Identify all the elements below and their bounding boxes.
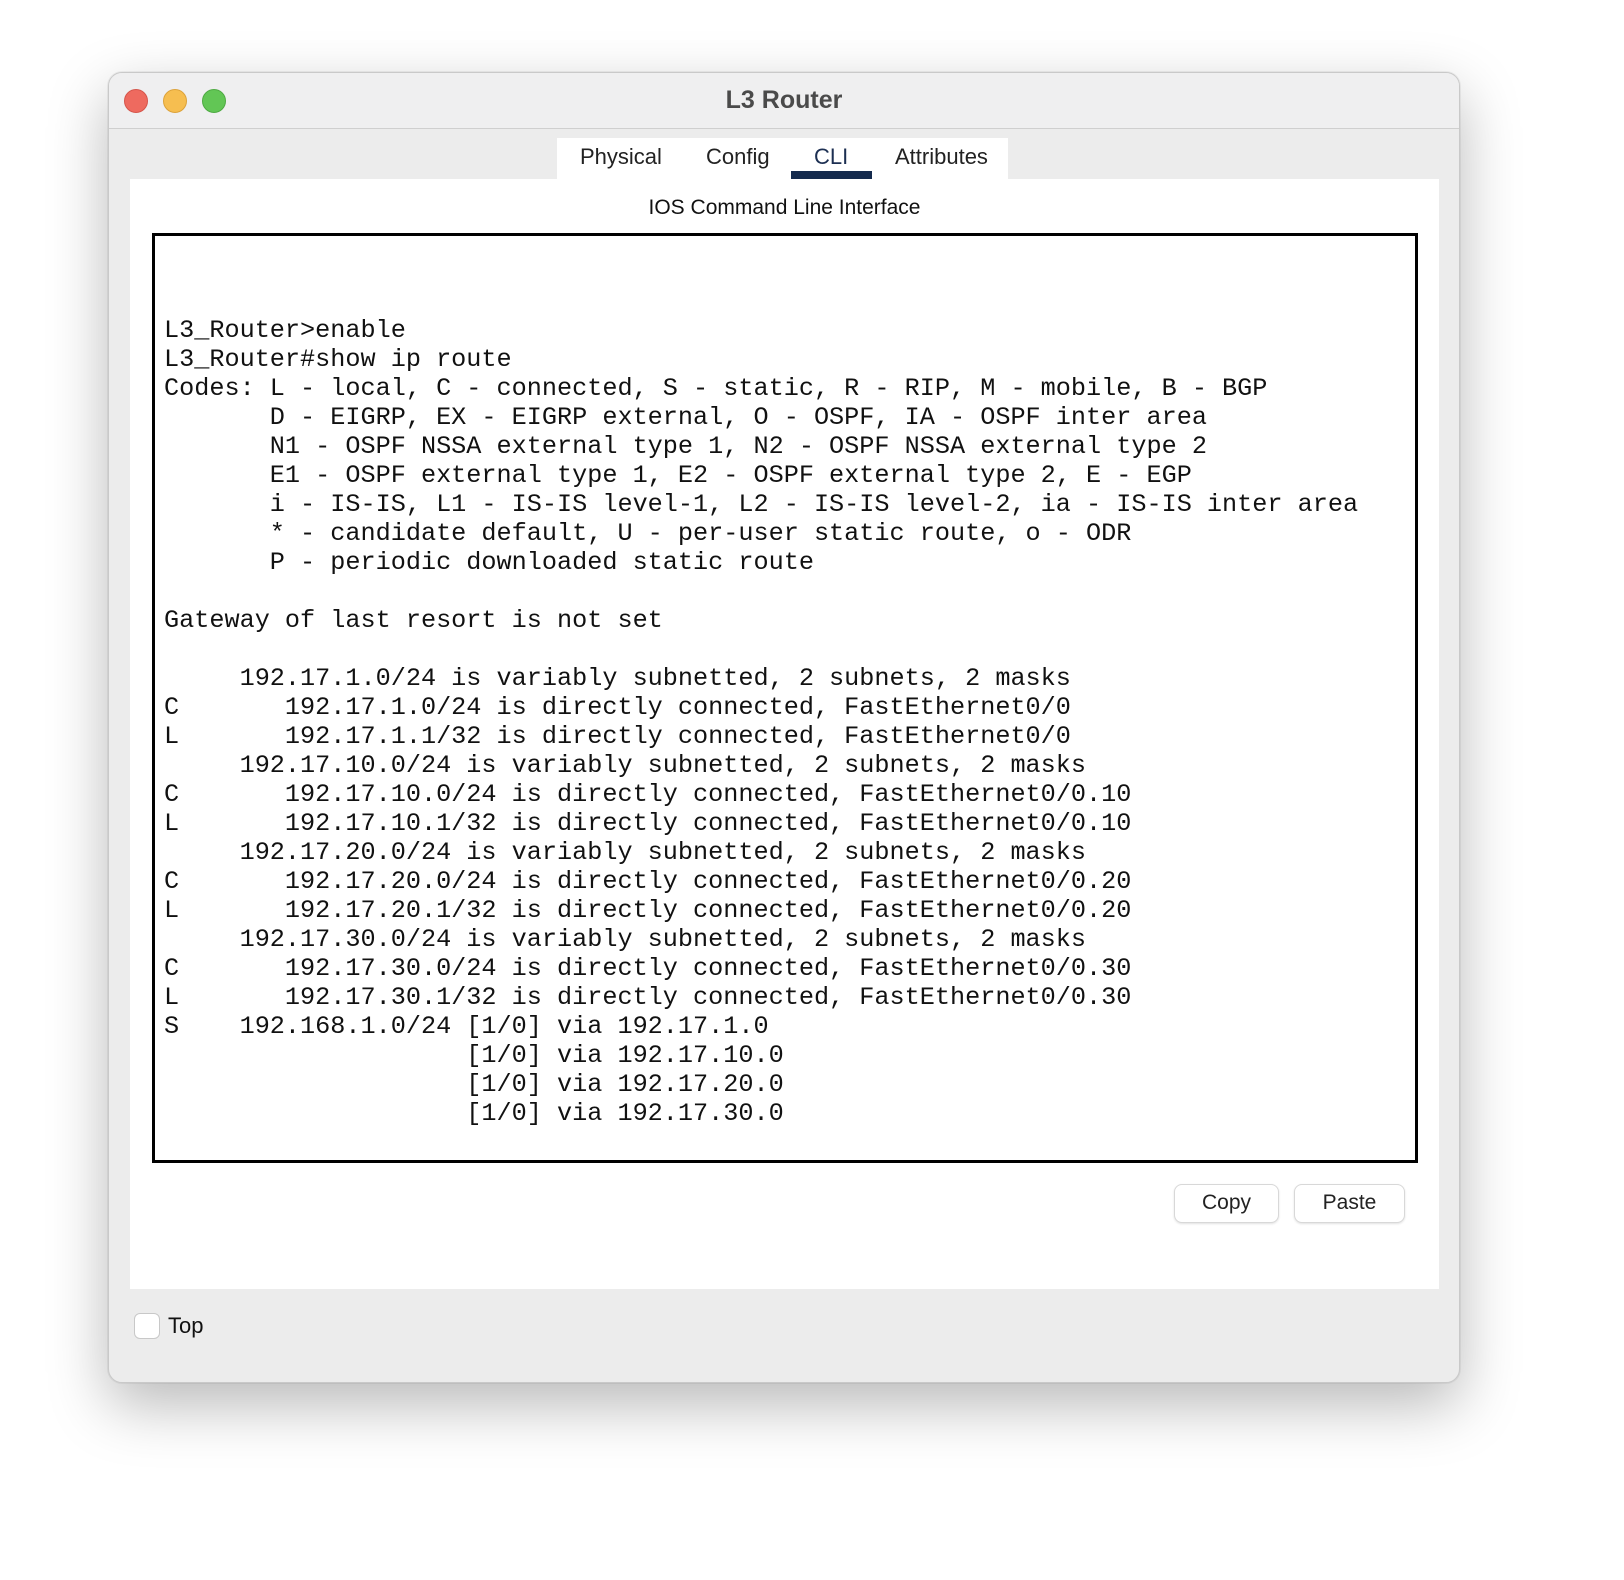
router-window: L3 Router Physical Config CLI Attributes… [108,72,1460,1383]
tab-cli[interactable]: CLI [814,144,848,170]
top-checkbox-label: Top [168,1313,204,1338]
copy-button[interactable]: Copy [1174,1184,1279,1223]
tab-physical[interactable]: Physical [580,144,662,170]
active-tab-indicator [791,171,872,179]
paste-button[interactable]: Paste [1294,1184,1405,1223]
window-title: L3 Router [725,86,843,114]
top-checkbox[interactable] [134,1313,160,1339]
tab-attributes[interactable]: Attributes [895,144,988,170]
title-bar[interactable]: L3 Router [109,73,1459,129]
cli-terminal[interactable]: L3_Router>enable L3_Router#show ip route… [152,233,1418,1163]
panel-heading: IOS Command Line Interface [648,196,921,219]
tab-config[interactable]: Config [706,144,770,170]
terminal-output[interactable]: L3_Router>enable L3_Router#show ip route… [164,287,1358,1160]
cli-panel: IOS Command Line Interface L3_Router>ena… [130,179,1439,1289]
tab-bar: Physical Config CLI Attributes [557,138,1008,179]
